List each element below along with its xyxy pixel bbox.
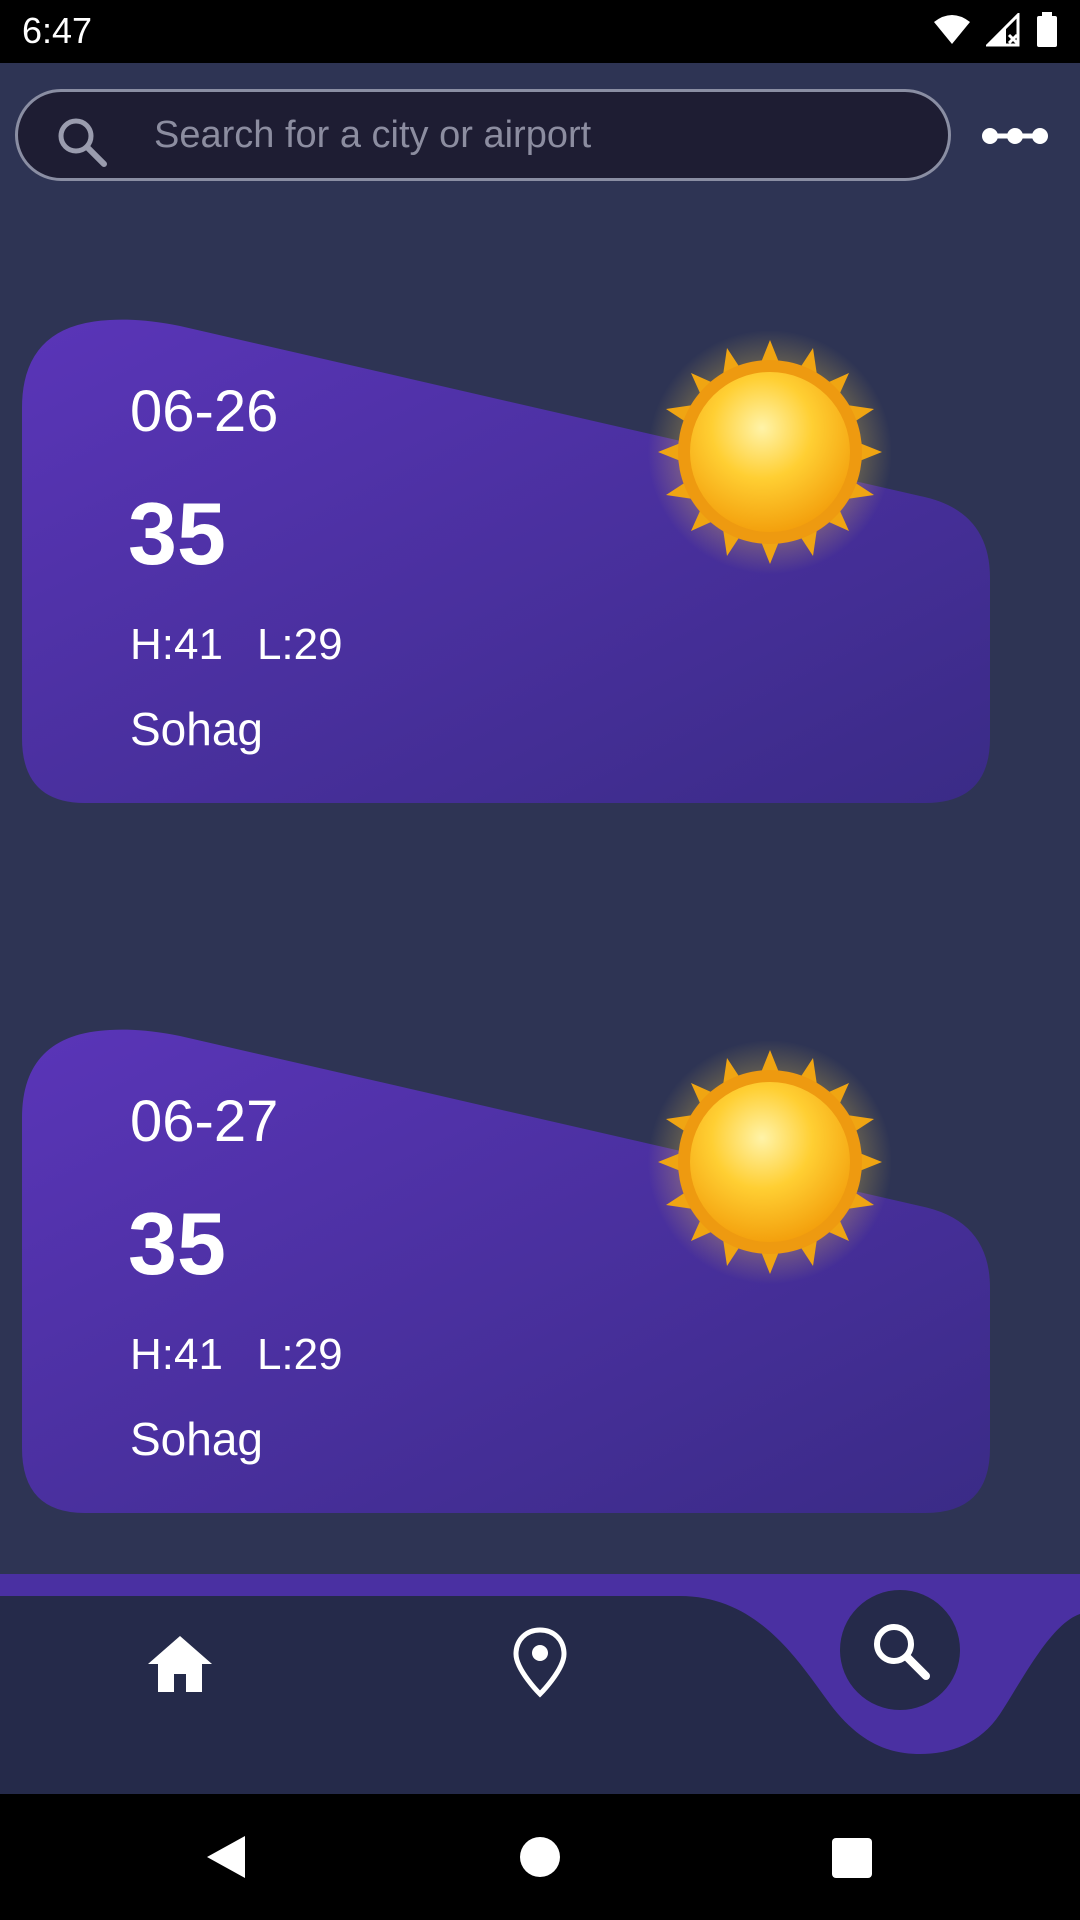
system-navigation-bar — [0, 1794, 1080, 1920]
forecast-high: H:41 — [130, 1330, 223, 1379]
forecast-low: L:29 — [256, 1330, 343, 1379]
more-options-icon[interactable] — [980, 116, 1050, 156]
forecast-low: L:29 — [256, 620, 343, 669]
forecast-temp: 35 — [128, 1194, 226, 1293]
forecast-date: 06-27 — [130, 1089, 279, 1154]
search-input[interactable] — [152, 104, 916, 166]
location-pin-icon[interactable] — [512, 1626, 568, 1698]
recents-button[interactable] — [832, 1838, 872, 1878]
sun-icon — [648, 1040, 892, 1284]
forecast-card[interactable]: 06-26 35 H:41 L:29 Sohag — [0, 318, 1000, 808]
forecast-city: Sohag — [130, 1413, 264, 1465]
forecast-high: H:41 — [130, 620, 223, 669]
home-icon[interactable] — [146, 1634, 214, 1694]
search-bar[interactable] — [15, 89, 951, 181]
search-icon — [874, 1624, 930, 1680]
forecast-city: Sohag — [130, 703, 264, 755]
wifi-icon — [934, 15, 970, 44]
forecast-high-low: H:41 L:29 — [130, 1330, 377, 1380]
bottom-navigation — [0, 1574, 1080, 1794]
sun-icon — [648, 330, 892, 574]
search-icon — [58, 118, 107, 167]
status-bar: 6:47 — [0, 0, 1080, 63]
battery-icon — [1037, 12, 1057, 47]
nav-search-button[interactable] — [840, 1590, 960, 1710]
forecast-temp: 35 — [128, 484, 226, 583]
home-button[interactable] — [520, 1837, 560, 1877]
status-icons — [932, 12, 1058, 48]
cellular-signal-icon — [986, 13, 1020, 47]
forecast-card[interactable]: 06-27 35 H:41 L:29 Sohag — [0, 1028, 1000, 1518]
back-icon[interactable] — [205, 1834, 247, 1880]
status-time: 6:47 — [22, 10, 93, 51]
forecast-date: 06-26 — [130, 379, 279, 444]
forecast-high-low: H:41 L:29 — [130, 620, 377, 670]
